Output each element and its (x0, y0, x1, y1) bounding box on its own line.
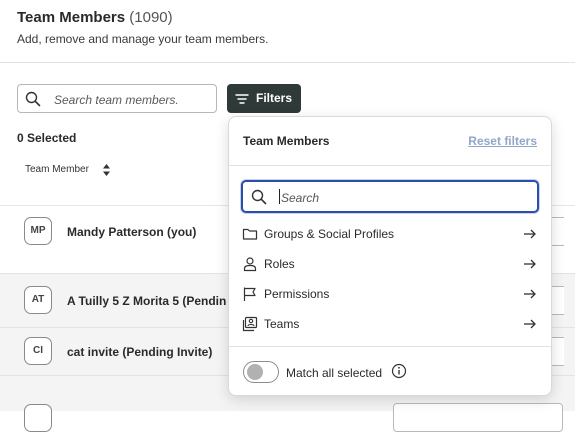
sort-icon[interactable] (102, 163, 111, 177)
member-name: Mandy Patterson (you) (67, 225, 197, 239)
toggle-knob (247, 364, 263, 380)
search-icon (251, 189, 267, 205)
selected-count: 0 Selected (17, 131, 77, 145)
arrow-right-icon (524, 259, 536, 269)
filter-option-permissions[interactable]: Permissions (241, 281, 539, 307)
text-caret (279, 189, 280, 204)
filter-option-groups[interactable]: Groups & Social Profiles (241, 221, 539, 247)
member-name: cat invite (Pending Invite) (67, 345, 213, 359)
arrow-right-icon (524, 289, 536, 299)
divider (229, 165, 551, 166)
flag-icon (243, 287, 256, 301)
filter-option-label: Permissions (264, 287, 330, 301)
filter-panel-title: Team Members (243, 134, 330, 148)
avatar: AT (24, 286, 52, 314)
arrow-right-icon (524, 229, 536, 239)
search-icon (25, 91, 41, 107)
filter-search-field[interactable] (241, 180, 539, 213)
avatar: MP (24, 217, 52, 245)
team-search-input[interactable] (52, 90, 211, 110)
filter-option-teams[interactable]: Teams (241, 311, 539, 337)
member-count: (1090) (129, 9, 173, 26)
filter-option-label: Groups & Social Profiles (264, 227, 395, 241)
filter-icon (235, 94, 249, 104)
team-search-field[interactable] (17, 84, 217, 113)
info-icon[interactable] (391, 363, 407, 379)
filters-button[interactable]: Filters (227, 84, 301, 113)
column-header-team-member[interactable]: Team Member (25, 164, 89, 175)
avatar: CI (24, 337, 52, 365)
page-title: Team Members (1090) (17, 9, 173, 26)
row-action-button[interactable] (393, 403, 563, 432)
page-title-text: Team Members (17, 9, 126, 26)
page-subtitle: Add, remove and manage your team members… (17, 32, 269, 46)
avatar (24, 404, 52, 432)
folder-icon (242, 228, 258, 240)
filter-search-input[interactable] (279, 188, 523, 208)
filter-option-label: Teams (264, 317, 300, 331)
person-icon (243, 257, 257, 272)
filter-panel: Team Members Reset filters Groups & Soci… (228, 116, 552, 396)
filters-button-label: Filters (256, 91, 293, 105)
match-all-label: Match all selected (286, 366, 383, 380)
filter-option-roles[interactable]: Roles (241, 251, 539, 277)
divider (229, 346, 551, 347)
reset-filters-link[interactable]: Reset filters (468, 134, 537, 148)
member-name: A Tuilly 5 Z Morita 5 (Pendin (67, 294, 227, 308)
page-header: Team Members (1090) Add, remove and mana… (0, 0, 575, 63)
match-all-toggle[interactable] (243, 361, 279, 383)
filter-option-label: Roles (264, 257, 295, 271)
team-icon (242, 316, 258, 332)
arrow-right-icon (524, 319, 536, 329)
